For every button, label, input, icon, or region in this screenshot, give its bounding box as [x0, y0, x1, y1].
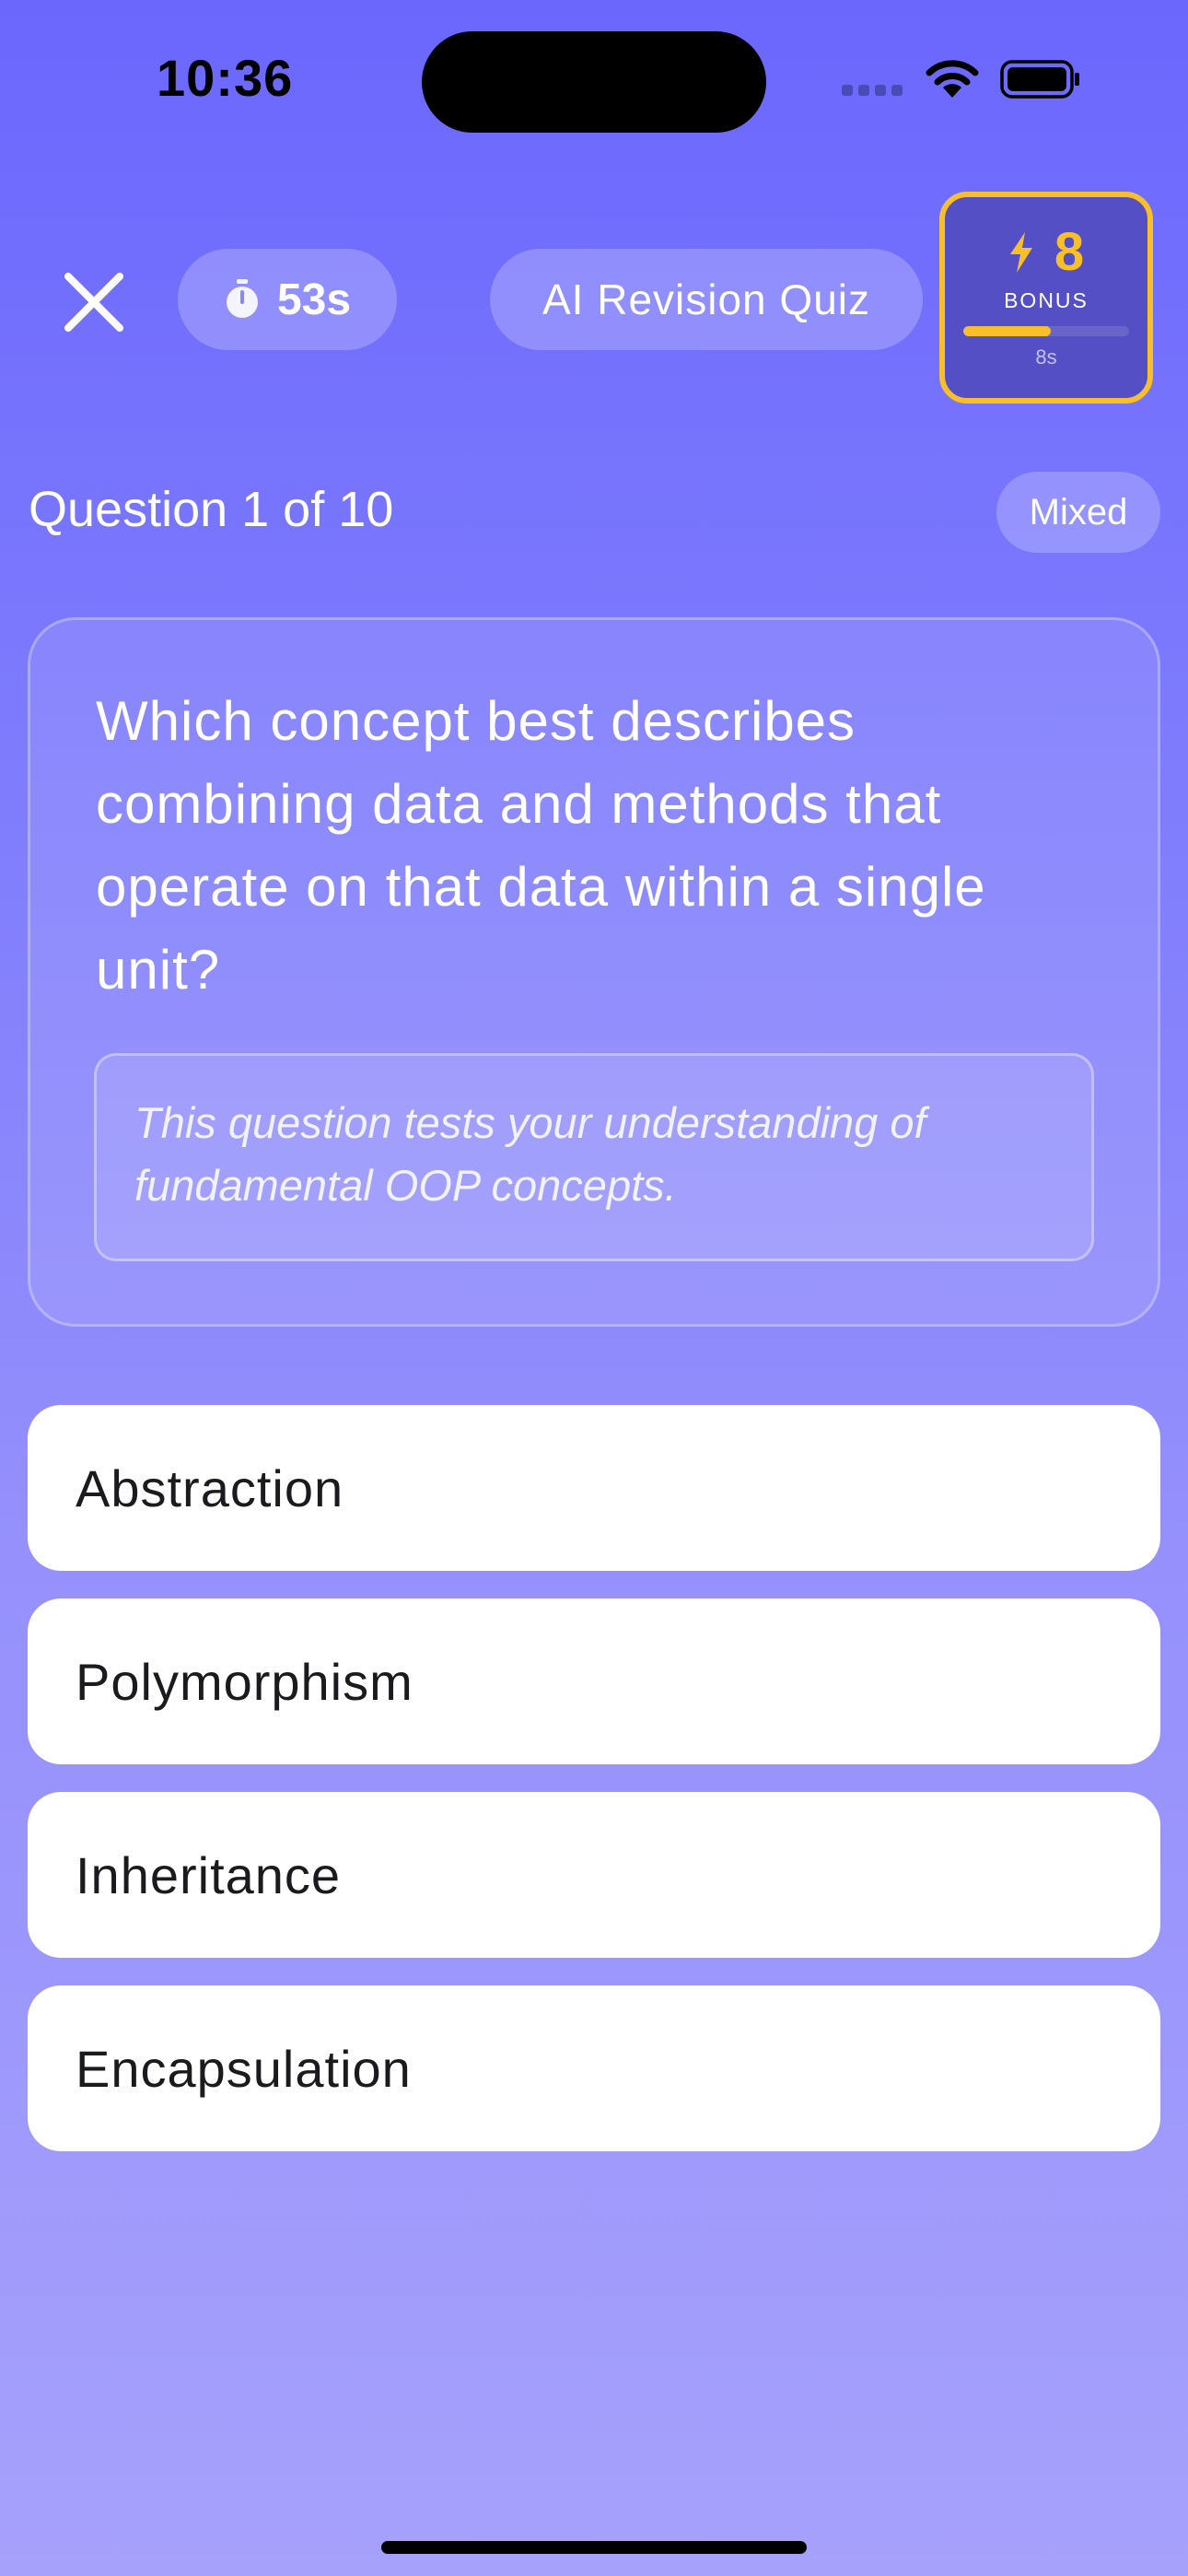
quiz-title-pill: AI Revision Quiz	[490, 249, 923, 350]
bonus-progress-fill	[963, 326, 1052, 336]
question-text: Which concept best describes combining d…	[96, 690, 986, 1001]
stopwatch-icon	[226, 279, 258, 318]
difficulty-badge: Mixed	[996, 472, 1160, 553]
answer-option[interactable]: Polymorphism	[28, 1598, 1160, 1764]
answer-option[interactable]: Encapsulation	[28, 1985, 1160, 2151]
timer-pill: 53s	[178, 249, 397, 350]
bonus-label: BONUS	[1004, 288, 1089, 312]
question-counter: Question 1 of 10	[29, 482, 394, 537]
answer-option[interactable]: Abstraction	[28, 1405, 1160, 1571]
bonus-card: 8 BONUS 8s	[939, 192, 1153, 404]
home-indicator[interactable]	[381, 2541, 807, 2554]
bonus-value: 8	[1054, 222, 1085, 282]
dynamic-island	[422, 31, 766, 133]
answer-option[interactable]: Inheritance	[28, 1792, 1160, 1958]
bonus-progress-track	[963, 326, 1129, 336]
cellular-signal-icon	[842, 79, 903, 96]
close-icon[interactable]	[59, 267, 129, 337]
lightning-icon	[1009, 231, 1032, 273]
timer-value: 53s	[276, 275, 352, 324]
wifi-icon	[926, 60, 979, 98]
bonus-seconds: 8s	[1035, 345, 1057, 369]
status-time: 10:36	[157, 49, 294, 107]
hint-text: This question tests your understanding o…	[134, 1098, 926, 1210]
battery-icon	[1000, 60, 1079, 99]
